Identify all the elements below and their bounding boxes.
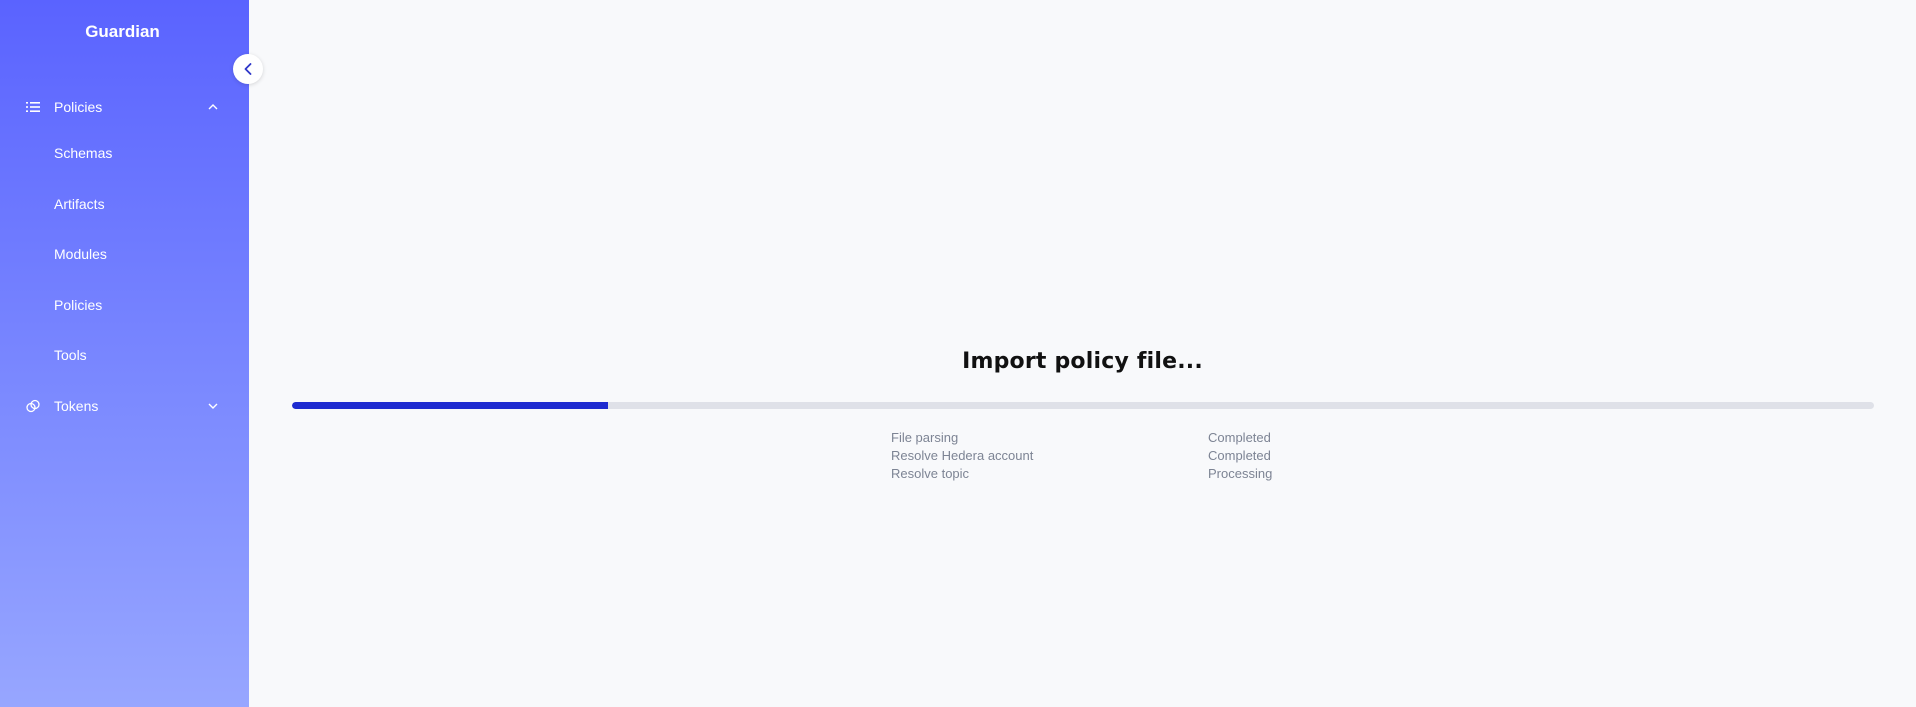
tokens-icon bbox=[25, 398, 41, 414]
collapse-sidebar-button[interactable] bbox=[233, 54, 263, 84]
sidebar-nav: Policies Schemas Artifacts Modules Polic… bbox=[0, 86, 249, 431]
sidebar-item-policies-group[interactable]: Policies bbox=[0, 86, 249, 128]
progress-bar bbox=[292, 402, 1874, 409]
import-steps-list: File parsing Completed Resolve Hedera ac… bbox=[891, 430, 1311, 484]
list-item: File parsing Completed bbox=[891, 430, 1311, 448]
app-root: Guardian Policies Schemas Artifacts Modu… bbox=[0, 0, 1916, 707]
sidebar-item-modules[interactable]: Modules bbox=[0, 229, 249, 280]
page-title: Import policy file... bbox=[962, 349, 1203, 374]
chevron-left-icon bbox=[244, 63, 252, 75]
sidebar-item-label: Policies bbox=[54, 99, 103, 115]
sidebar-item-tools[interactable]: Tools bbox=[0, 330, 249, 381]
sidebar-item-policies[interactable]: Policies bbox=[0, 280, 249, 331]
step-name: Resolve topic bbox=[891, 466, 970, 481]
chevron-down-icon bbox=[207, 400, 219, 412]
brand-logo[interactable]: Guardian bbox=[0, 22, 245, 42]
sidebar-item-label: Artifacts bbox=[54, 195, 105, 212]
sidebar-item-schemas[interactable]: Schemas bbox=[0, 128, 249, 179]
sidebar-item-label: Tools bbox=[54, 347, 87, 364]
sidebar: Guardian Policies Schemas Artifacts Modu… bbox=[0, 0, 249, 707]
step-name: File parsing bbox=[891, 430, 959, 445]
sidebar-item-label: Schemas bbox=[54, 145, 113, 162]
chevron-up-icon bbox=[207, 101, 219, 113]
sidebar-item-label: Modules bbox=[54, 246, 107, 263]
list-icon bbox=[25, 99, 41, 115]
main-content: Import policy file... File parsing Compl… bbox=[249, 0, 1916, 707]
step-status: Processing bbox=[1208, 466, 1273, 481]
sidebar-item-label: Policies bbox=[54, 296, 103, 313]
progress-bar-fill bbox=[292, 402, 609, 409]
step-name: Resolve Hedera account bbox=[891, 448, 1034, 463]
step-status: Completed bbox=[1208, 430, 1271, 445]
sidebar-item-tokens-group[interactable]: Tokens bbox=[0, 381, 249, 432]
list-item: Resolve Hedera account Completed bbox=[891, 448, 1311, 466]
sidebar-item-artifacts[interactable]: Artifacts bbox=[0, 179, 249, 230]
sidebar-item-label: Tokens bbox=[54, 397, 99, 414]
step-status: Completed bbox=[1208, 448, 1271, 463]
list-item: Resolve topic Processing bbox=[891, 466, 1311, 484]
